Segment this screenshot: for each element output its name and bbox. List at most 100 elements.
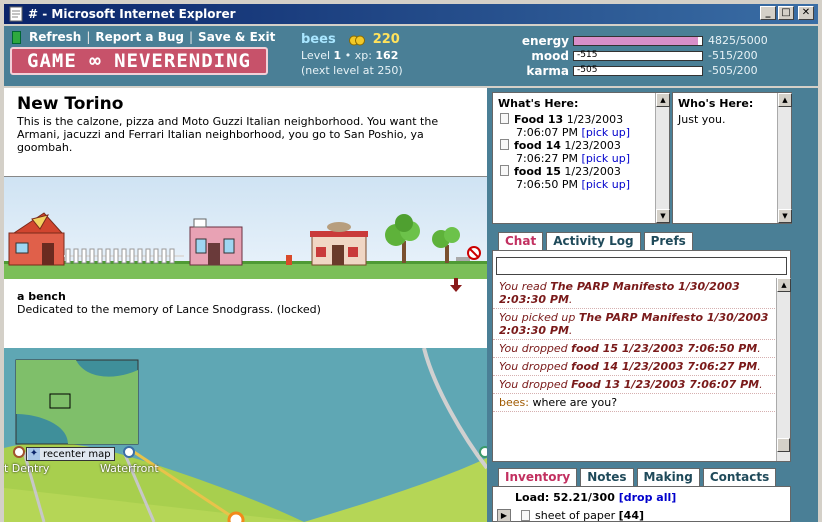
cafe-building[interactable] — [189, 218, 243, 266]
mood-value: -515/200 — [708, 49, 758, 62]
whats-here-title: What's Here: — [498, 97, 579, 110]
tab-activity-log[interactable]: Activity Log — [546, 232, 641, 250]
stats-panel: energy 4825/5000 mood -515 -515/200 karm… — [509, 33, 768, 78]
no-entry-sign-icon[interactable] — [467, 246, 481, 260]
separator: | — [86, 30, 91, 44]
tab-inventory[interactable]: Inventory — [498, 468, 578, 487]
map-node[interactable] — [13, 446, 25, 458]
tab-contacts[interactable]: Contacts — [702, 468, 777, 486]
item-date: 1/23/2003 — [564, 139, 621, 152]
chat-say-message: bees: where are you? — [493, 394, 775, 412]
chat-log: You read The PARP Manifesto 1/30/2003 2:… — [493, 278, 775, 458]
maximize-button[interactable]: □ — [778, 6, 794, 20]
chat-input[interactable] — [496, 257, 787, 275]
map-art — [4, 348, 487, 522]
whos-here-text: Just you. — [678, 113, 726, 126]
compass-icon: ✦ — [28, 448, 40, 460]
scroll-up-icon[interactable]: ▲ — [777, 278, 791, 292]
chat-text: where are you? — [532, 396, 618, 409]
pick-up-link[interactable]: [pick up] — [582, 152, 631, 165]
chat-tabs: Chat Activity Log Prefs — [498, 232, 693, 251]
document-icon — [500, 165, 509, 176]
whos-here-scrollbar[interactable]: ▲ ▼ — [777, 93, 792, 223]
scroll-up-icon[interactable]: ▲ — [778, 93, 792, 107]
inventory-tabs: Inventory Notes Making Contacts — [498, 468, 777, 487]
expand-play-icon[interactable]: ▶ — [497, 509, 511, 522]
tab-making[interactable]: Making — [636, 468, 700, 486]
karma-bar: -505 — [573, 64, 703, 76]
item-name[interactable]: food 15 — [514, 165, 561, 178]
item-name[interactable]: food 14 — [514, 139, 561, 152]
titlebar: # - Microsoft Internet Explorer _ □ ✕ — [4, 4, 818, 24]
selected-item-title: a bench — [17, 290, 66, 303]
here-item: food 15 1/23/2003 7:06:50 PM [pick up] — [500, 165, 630, 191]
chat-message: You dropped food 14 1/23/2003 7:06:27 PM… — [493, 358, 775, 376]
next-level-text: (next level at 250) — [301, 64, 403, 77]
down-arrow-icon[interactable] — [449, 278, 463, 292]
chat-sender[interactable]: bees: — [499, 396, 529, 409]
italian-shop[interactable] — [310, 222, 368, 266]
energy-bar — [573, 35, 703, 46]
pick-up-link[interactable]: [pick up] — [582, 126, 631, 139]
refresh-link[interactable]: Refresh — [29, 30, 81, 44]
item-time: 7:06:27 PM — [516, 152, 579, 165]
coin-count: 220 — [372, 32, 400, 47]
status-indicator-icon — [12, 30, 21, 44]
chat-message: You picked up The PARP Manifesto 1/30/20… — [493, 309, 775, 340]
scroll-down-icon[interactable]: ▼ — [778, 209, 792, 223]
karma-value: -505/200 — [708, 64, 758, 77]
scroll-thumb[interactable] — [777, 438, 790, 452]
minimize-button[interactable]: _ — [760, 6, 776, 20]
document-icon — [500, 139, 509, 150]
ie-page-icon — [9, 6, 23, 22]
mood-bar-text: -515 — [577, 49, 598, 60]
map-node[interactable] — [227, 511, 245, 522]
xp-label: xp: — [354, 49, 372, 62]
coins-icon — [349, 35, 366, 45]
world-map[interactable]: ✦ recenter map t Dentry Waterfront — [4, 348, 487, 522]
inventory-item-name: sheet of paper — [535, 509, 616, 522]
window-title: # - Microsoft Internet Explorer — [28, 7, 236, 21]
separator: | — [189, 30, 194, 44]
selected-item-description: Dedicated to the memory of Lance Snodgra… — [17, 303, 321, 316]
drop-all-link[interactable]: [drop all] — [619, 491, 677, 504]
tree — [385, 214, 420, 263]
map-node[interactable] — [123, 446, 135, 458]
inventory-item-count: [44] — [618, 509, 645, 522]
player-name[interactable]: bees — [301, 32, 336, 47]
level-value: 1 — [333, 49, 342, 62]
save-exit-link[interactable]: Save & Exit — [198, 30, 275, 44]
level-label: Level — [301, 49, 331, 62]
tab-notes[interactable]: Notes — [580, 468, 634, 486]
chat-scrollbar[interactable]: ▲ — [776, 278, 791, 461]
whats-here-box: What's Here: Food 13 1/23/2003 7:06:07 P… — [492, 92, 670, 224]
scroll-up-icon[interactable]: ▲ — [656, 93, 670, 107]
fire-hydrant[interactable] — [286, 255, 292, 265]
whats-here-scrollbar[interactable]: ▲ ▼ — [655, 93, 670, 223]
scroll-down-icon[interactable]: ▼ — [656, 209, 670, 223]
tab-chat[interactable]: Chat — [498, 232, 544, 251]
report-bug-link[interactable]: Report a Bug — [95, 30, 184, 44]
mood-stat: mood -515 -515/200 — [509, 48, 768, 63]
map-label-dentry[interactable]: t Dentry — [4, 462, 49, 475]
item-time: 7:06:07 PM — [516, 126, 579, 139]
player-info: bees 220 Level 1 • xp: 162 (next level a… — [301, 32, 403, 77]
tab-prefs[interactable]: Prefs — [643, 232, 693, 250]
here-item: food 14 1/23/2003 7:06:27 PM [pick up] — [500, 139, 630, 165]
pick-up-link[interactable]: [pick up] — [582, 178, 631, 191]
recenter-map-button[interactable]: ✦ recenter map — [26, 447, 115, 461]
map-label-waterfront[interactable]: Waterfront — [100, 462, 159, 475]
street-scene — [4, 176, 487, 279]
pizza-shop[interactable] — [8, 212, 65, 266]
load-label: Load: 52.21/300 — [515, 491, 615, 504]
minimap[interactable] — [15, 359, 139, 445]
map-node[interactable] — [479, 446, 487, 458]
close-button[interactable]: ✕ — [798, 6, 814, 20]
main-panel: New Torino This is the calzone, pizza an… — [4, 88, 487, 522]
white-fence — [64, 248, 184, 264]
inventory-item[interactable]: ▶ sheet of paper [44] — [497, 509, 644, 522]
bench[interactable] — [456, 257, 470, 261]
karma-bar-text: -505 — [577, 64, 598, 75]
item-name[interactable]: Food 13 — [514, 113, 563, 126]
street-scene-art — [4, 212, 487, 279]
